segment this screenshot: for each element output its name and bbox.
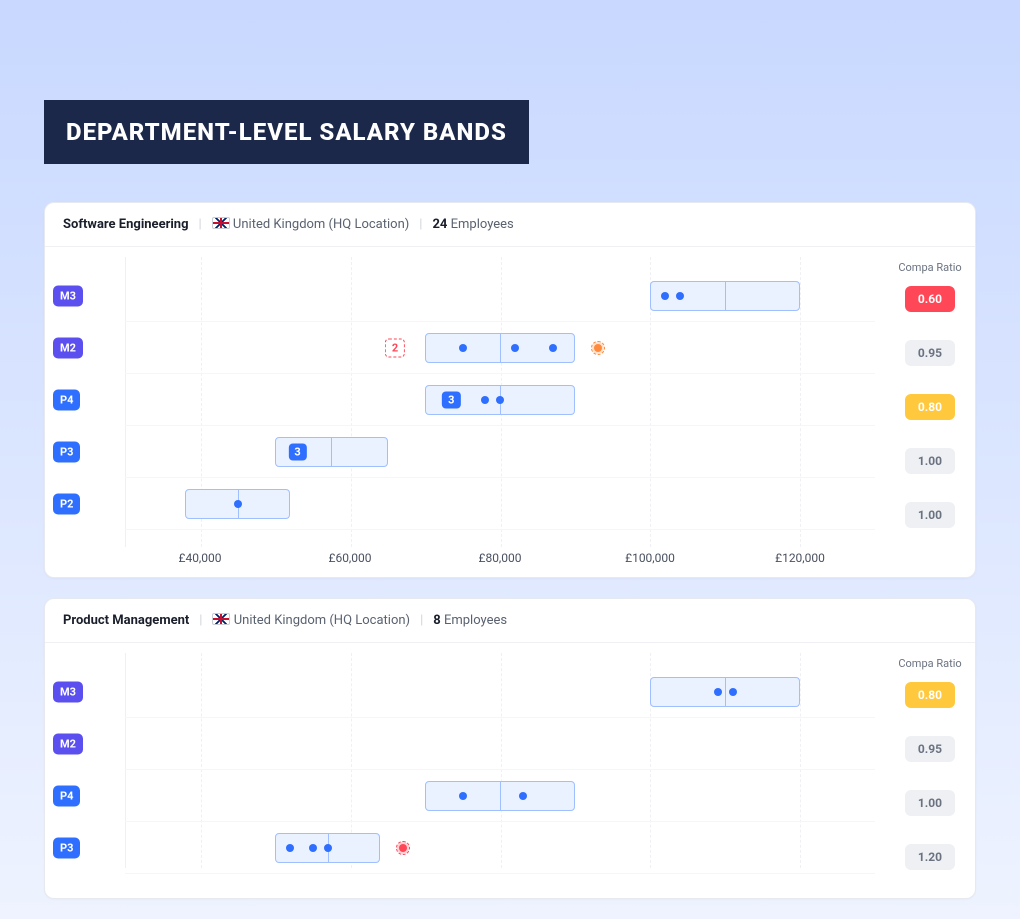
flag-uk-icon [212, 613, 230, 625]
level-badge: P4 [53, 786, 80, 807]
level-badge: M3 [53, 286, 83, 307]
compa-ratio-column: Compa Ratio 0.80 0.95 1.00 1.20 [895, 643, 975, 898]
salary-band-chart: M3M22P43P33P2£40,000£60,000£80,000£100,0… [45, 247, 895, 577]
employee-dot[interactable] [511, 344, 519, 352]
employee-dot[interactable] [714, 688, 722, 696]
employee-dot[interactable] [661, 292, 669, 300]
department-card: Software Engineering| United Kingdom (HQ… [44, 202, 976, 578]
outlier-dot[interactable] [399, 844, 407, 852]
band-row: M3 [125, 671, 875, 713]
card-header: Product Management| United Kingdom (HQ L… [45, 599, 975, 643]
salary-band-chart: M3 M2 P4 P3 [45, 643, 895, 898]
salary-band[interactable] [425, 781, 575, 811]
outlier-dot[interactable] [594, 344, 602, 352]
compa-ratio-badge[interactable]: 0.60 [905, 286, 955, 312]
location: United Kingdom (HQ Location) [212, 613, 410, 628]
band-row: P4 [125, 775, 875, 817]
x-axis-label: £40,000 [178, 551, 221, 565]
salary-band[interactable] [650, 281, 800, 311]
level-badge: P2 [53, 494, 80, 515]
salary-band[interactable] [650, 677, 800, 707]
x-axis-label: £120,000 [775, 551, 825, 565]
level-badge: M2 [53, 338, 83, 359]
level-badge: P3 [53, 442, 80, 463]
employee-dot[interactable] [324, 844, 332, 852]
employee-dot[interactable] [234, 500, 242, 508]
compa-ratio-title: Compa Ratio [895, 657, 965, 670]
band-row: M2 [125, 723, 875, 765]
employee-count: 24 Employees [432, 217, 513, 232]
department-card: Product Management| United Kingdom (HQ L… [44, 598, 976, 899]
band-row: P3 [125, 827, 875, 869]
x-axis-label: £80,000 [478, 551, 521, 565]
department-name: Product Management [63, 613, 189, 628]
level-badge: M2 [53, 734, 83, 755]
compa-ratio-badge[interactable]: 1.00 [905, 502, 955, 528]
employee-dot[interactable] [459, 792, 467, 800]
x-axis-label: £100,000 [625, 551, 675, 565]
employee-dot[interactable] [481, 396, 489, 404]
level-badge: P4 [53, 390, 80, 411]
employee-dot[interactable] [519, 792, 527, 800]
compa-ratio-title: Compa Ratio [895, 261, 965, 274]
page-title: DEPARTMENT-LEVEL SALARY BANDS [44, 100, 529, 164]
compa-ratio-badge[interactable]: 0.95 [905, 736, 955, 762]
compa-ratio-badge[interactable]: 1.00 [905, 448, 955, 474]
employee-dot[interactable] [729, 688, 737, 696]
employee-dot[interactable] [676, 292, 684, 300]
level-badge: P3 [53, 838, 80, 859]
band-row: M3 [125, 275, 875, 317]
compa-ratio-badge[interactable]: 0.80 [905, 682, 955, 708]
below-band-count[interactable]: 2 [385, 339, 405, 358]
compa-ratio-badge[interactable]: 1.20 [905, 844, 955, 870]
compa-ratio-badge[interactable]: 0.80 [905, 394, 955, 420]
band-row: P33 [125, 431, 875, 473]
count-pill[interactable]: 3 [288, 444, 306, 461]
compa-ratio-badge[interactable]: 1.00 [905, 790, 955, 816]
employee-dot[interactable] [286, 844, 294, 852]
compa-ratio-column: Compa Ratio 0.60 0.95 0.80 1.00 1.00 [895, 247, 975, 577]
employee-dot[interactable] [496, 396, 504, 404]
x-axis-label: £60,000 [328, 551, 371, 565]
band-row: P43 [125, 379, 875, 421]
band-row: P2 [125, 483, 875, 525]
compa-ratio-badge[interactable]: 0.95 [905, 340, 955, 366]
employee-dot[interactable] [549, 344, 557, 352]
card-header: Software Engineering| United Kingdom (HQ… [45, 203, 975, 247]
level-badge: M3 [53, 682, 83, 703]
department-name: Software Engineering [63, 217, 189, 232]
band-row: M22 [125, 327, 875, 369]
count-pill[interactable]: 3 [442, 392, 460, 409]
flag-uk-icon [212, 217, 230, 229]
location: United Kingdom (HQ Location) [212, 217, 410, 232]
employee-dot[interactable] [309, 844, 317, 852]
employee-count: 8 Employees [433, 613, 507, 628]
employee-dot[interactable] [459, 344, 467, 352]
